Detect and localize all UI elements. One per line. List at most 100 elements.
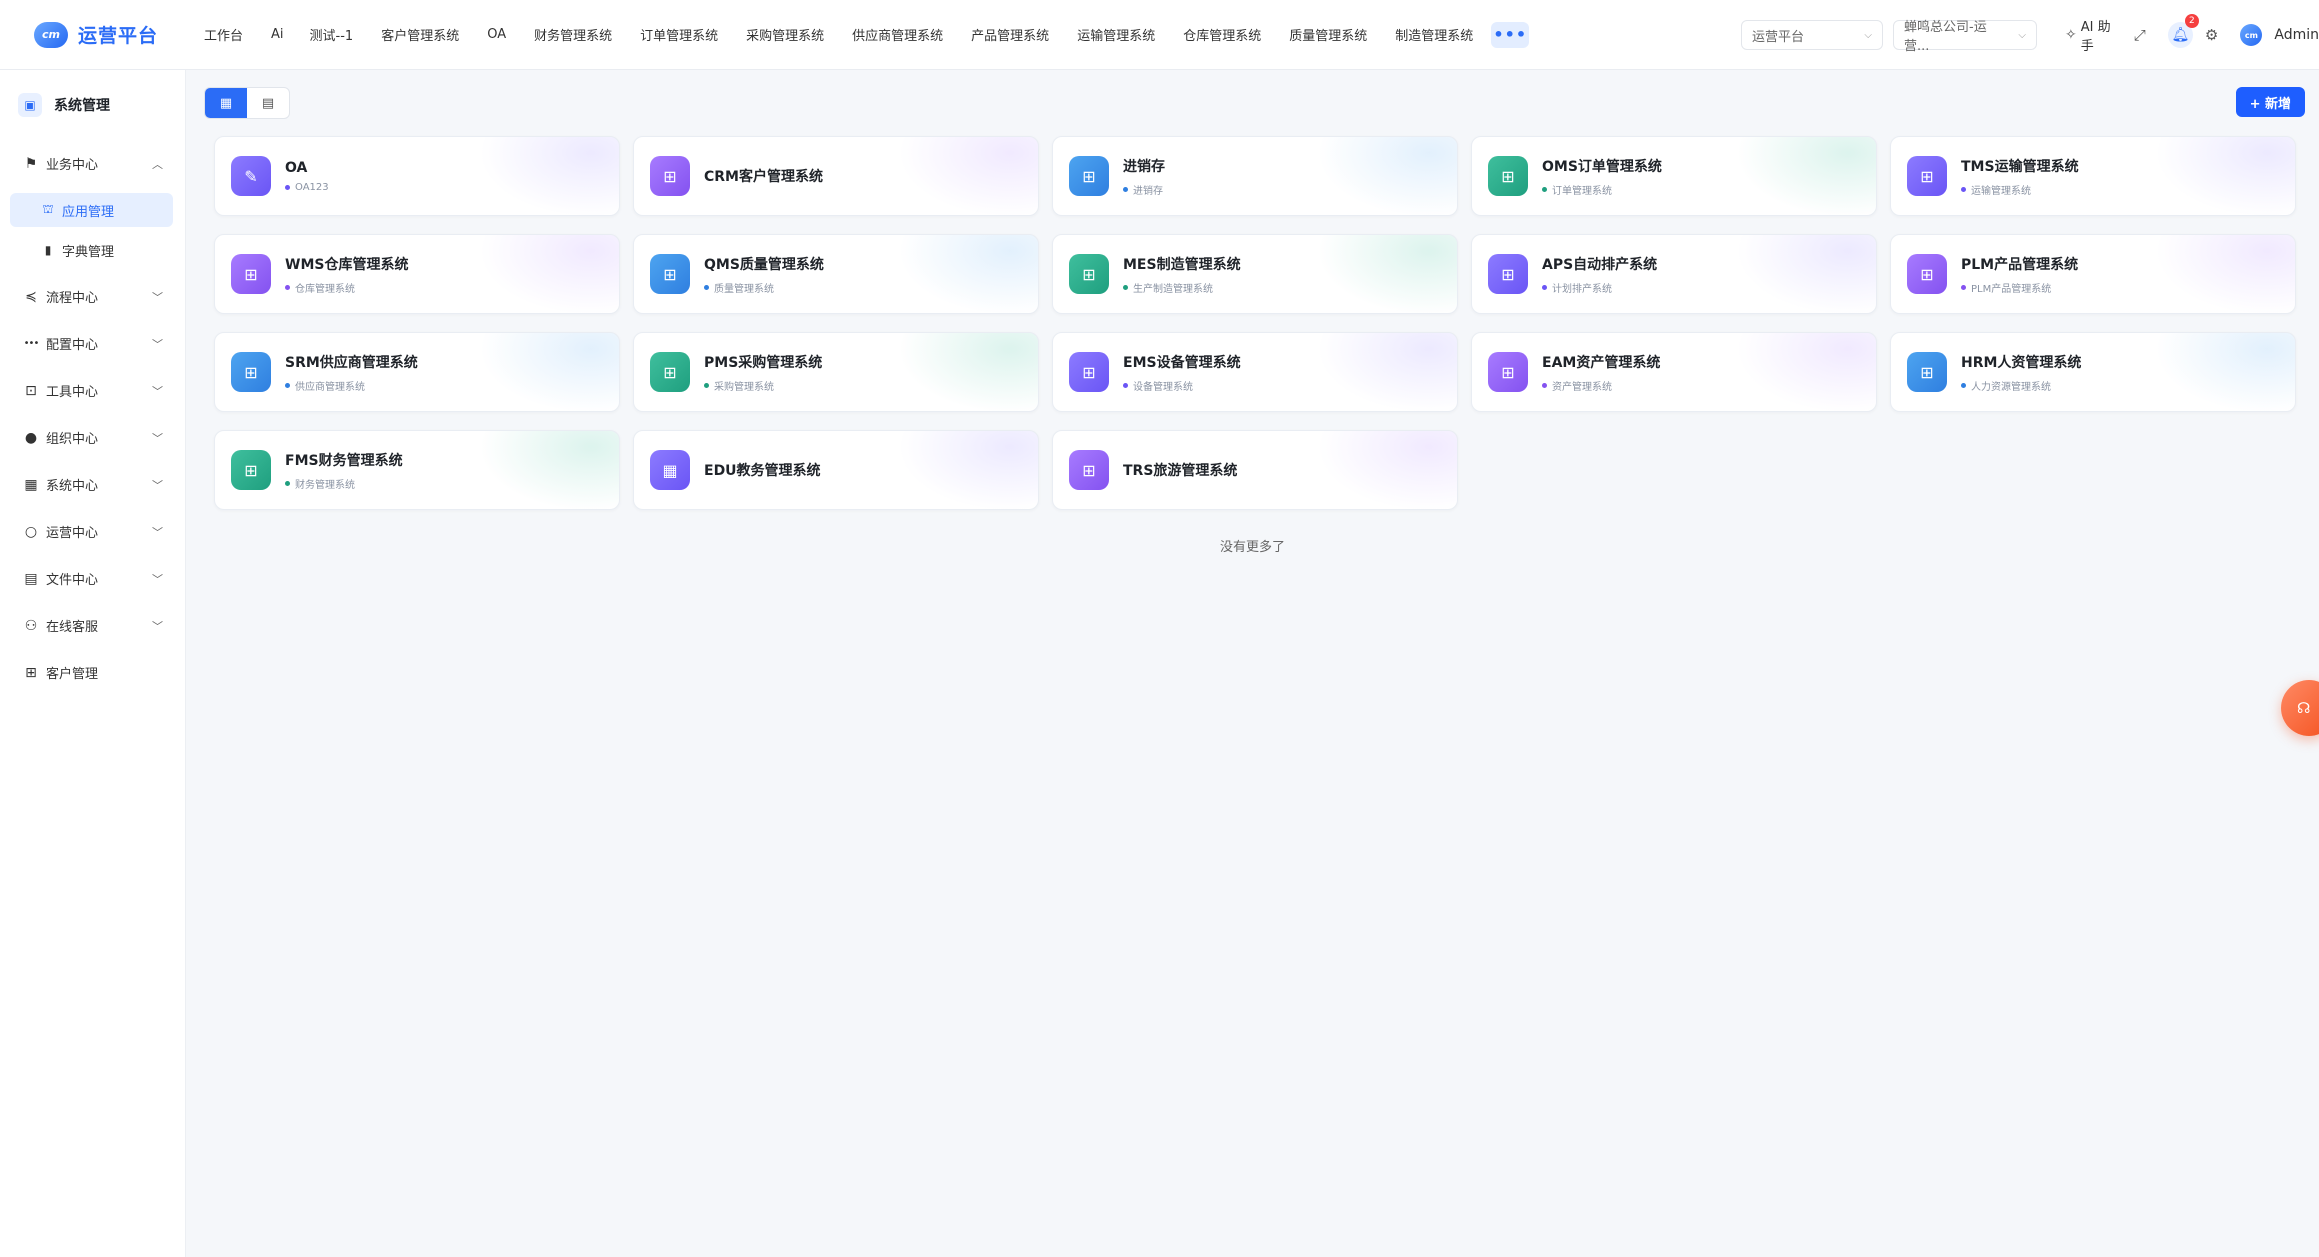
sidebar-item[interactable]: ⊞ 客户管理 [0, 649, 185, 696]
fullscreen-icon[interactable]: ⤢ [2134, 26, 2146, 44]
more-nav-button[interactable]: ••• [1491, 21, 1530, 48]
card-decoration [1317, 137, 1457, 215]
sidebar-subitem-label: 字典管理 [62, 244, 115, 260]
nav-item[interactable]: 测试--1 [310, 25, 354, 44]
nav-item[interactable]: 制造管理系统 [1395, 25, 1473, 44]
nav-item[interactable]: 采购管理系统 [746, 25, 824, 44]
app-title: HRM人资管理系统 [1961, 354, 2082, 371]
app-card[interactable]: ⊞ EMS设备管理系统 设备管理系统 [1052, 332, 1458, 412]
app-subtitle: PLM产品管理系统 [1961, 280, 2078, 295]
gear-icon[interactable]: ⚙ [2205, 26, 2218, 44]
app-card[interactable]: ⊞ FMS财务管理系统 财务管理系统 [214, 430, 620, 510]
apps-icon: ⊞ [1488, 254, 1528, 294]
app-title: SRM供应商管理系统 [285, 354, 418, 371]
app-card[interactable]: ⊞ TRS旅游管理系统 [1052, 430, 1458, 510]
app-title: 进销存 [1123, 158, 1165, 175]
sidebar-menu: ⚑ 业务中心 ︿ ⛫ 应用管理 ▮ 字典管理 ≼ 流程中心 ﹀ ••• 配置中心 ﹀ ⊡ 工具中心 ﹀ ● 组织中… [0, 140, 185, 696]
app-subtitle: 仓库管理系统 [285, 280, 408, 295]
card-decoration [479, 137, 619, 215]
sidebar-subitem-label: 应用管理 [62, 204, 115, 220]
app-card[interactable]: ⊞ WMS仓库管理系统 仓库管理系统 [214, 234, 620, 314]
toolbox-icon: ⊡ [25, 382, 37, 399]
sidebar-subitem[interactable]: ▮ 字典管理 [10, 233, 173, 267]
status-dot [1961, 186, 1966, 192]
card-decoration [479, 431, 619, 509]
apps-icon: ⊞ [650, 352, 690, 392]
chevron-down-icon: ﹀ [152, 384, 163, 398]
nav-item[interactable]: 运输管理系统 [1077, 25, 1155, 44]
no-more-text: 没有更多了 [1219, 540, 1285, 555]
app-card[interactable]: ⊞ APS自动排产系统 计划排产系统 [1471, 234, 1877, 314]
app-card[interactable]: ⊞ EAM资产管理系统 资产管理系统 [1471, 332, 1877, 412]
sidebar-subitem[interactable]: ⛫ 应用管理 [10, 193, 173, 227]
app-card[interactable]: ⊞ MES制造管理系统 生产制造管理系统 [1052, 234, 1458, 314]
apps-icon: ⊞ [1069, 156, 1109, 196]
app-card[interactable]: ⊞ PMS采购管理系统 采购管理系统 [633, 332, 1039, 412]
chevron-up-icon: ︿ [152, 157, 163, 171]
nav-item[interactable]: 质量管理系统 [1289, 25, 1367, 44]
headset-icon: ☊ [2297, 699, 2311, 717]
company-select[interactable]: 蝉鸣总公司-运营... ⌵ [1893, 20, 2037, 54]
app-subtitle: 资产管理系统 [1542, 378, 1660, 393]
sidebar-item[interactable]: ○ 运营中心 ﹀ [0, 508, 185, 555]
app-card[interactable]: ⊞ OMS订单管理系统 订单管理系统 [1471, 136, 1877, 216]
view-toggle: ▦ ▤ [204, 87, 290, 119]
card-decoration [1736, 235, 1876, 313]
app-card[interactable]: ⊞ QMS质量管理系统 质量管理系统 [633, 234, 1039, 314]
sidebar-item[interactable]: ⊡ 工具中心 ﹀ [0, 367, 185, 414]
nav-item[interactable]: 仓库管理系统 [1183, 25, 1261, 44]
customer-support-button[interactable]: ☊ [2281, 680, 2319, 736]
sidebar-item[interactable]: ⚑ 业务中心 ︿ [0, 140, 185, 187]
brand[interactable]: cm 运营平台 [0, 0, 186, 69]
notification-button[interactable]: 🔔︎ 2 [2167, 14, 2199, 48]
list-view-icon[interactable]: ▤ [247, 88, 289, 118]
system-admin-icon: ▣ [18, 93, 42, 117]
logo-icon: cm [34, 21, 68, 48]
chevron-down-icon: ⌵ [1864, 29, 1872, 41]
sidebar-item[interactable]: ▦ 系统中心 ﹀ [0, 461, 185, 508]
add-button[interactable]: + 新增 [2235, 87, 2305, 117]
status-dot [285, 382, 290, 388]
app-card[interactable]: ✎ OA OA123 [214, 136, 620, 216]
nav-item[interactable]: 产品管理系统 [971, 25, 1049, 44]
nav-item[interactable]: 客户管理系统 [381, 25, 459, 44]
nav-item[interactable]: OA [487, 27, 506, 42]
nav-item[interactable]: 工作台 [204, 25, 243, 44]
grid-view-icon[interactable]: ▦ [205, 88, 247, 118]
card-decoration [1736, 333, 1876, 411]
app-subtitle: 生产制造管理系统 [1123, 280, 1241, 295]
card-decoration [1736, 137, 1876, 215]
grid-icon: ▦ [24, 476, 38, 493]
sidebar-item[interactable]: ● 组织中心 ﹀ [0, 414, 185, 461]
app-card[interactable]: ▦ EDU教务管理系统 [633, 430, 1039, 510]
apps-icon: ⊞ [231, 450, 271, 490]
apps-icon: ⊞ [1907, 156, 1947, 196]
sidebar-item[interactable]: ▤ 文件中心 ﹀ [0, 555, 185, 602]
app-card[interactable]: ⊞ CRM客户管理系统 [633, 136, 1039, 216]
sidebar-item-label: 组织中心 [46, 432, 99, 447]
apps-icon: ⊞ [1488, 156, 1528, 196]
app-title: APS自动排产系统 [1542, 256, 1658, 273]
app-subtitle-text: 进销存 [1133, 185, 1163, 197]
card-decoration [2155, 235, 2295, 313]
app-card[interactable]: ⊞ HRM人资管理系统 人力资源管理系统 [1890, 332, 2296, 412]
app-card[interactable]: ⊞ 进销存 进销存 [1052, 136, 1458, 216]
app-card[interactable]: ⊞ TMS运输管理系统 运输管理系统 [1890, 136, 2296, 216]
app-subtitle: 财务管理系统 [285, 476, 403, 491]
status-dot [1123, 186, 1128, 192]
nav-item[interactable]: 供应商管理系统 [852, 25, 943, 44]
nav-item[interactable]: 财务管理系统 [534, 25, 612, 44]
user-menu[interactable]: cm Admin [2240, 24, 2319, 46]
nav-item[interactable]: Ai [271, 27, 284, 42]
app-card[interactable]: ⊞ PLM产品管理系统 PLM产品管理系统 [1890, 234, 2296, 314]
ai-assistant-button[interactable]: ✧ AI 助手 [2065, 16, 2122, 54]
platform-select[interactable]: 运营平台 ⌵ [1741, 20, 1883, 50]
sidebar-item[interactable]: ••• 配置中心 ﹀ [0, 320, 185, 367]
status-dot [1542, 382, 1547, 388]
apps-icon: ⊞ [650, 254, 690, 294]
sidebar-item[interactable]: ≼ 流程中心 ﹀ [0, 273, 185, 320]
platform-select-value: 运营平台 [1752, 29, 1805, 45]
nav-item[interactable]: 订单管理系统 [640, 25, 718, 44]
sidebar-item[interactable]: ⚇ 在线客服 ﹀ [0, 602, 185, 649]
app-card[interactable]: ⊞ SRM供应商管理系统 供应商管理系统 [214, 332, 620, 412]
